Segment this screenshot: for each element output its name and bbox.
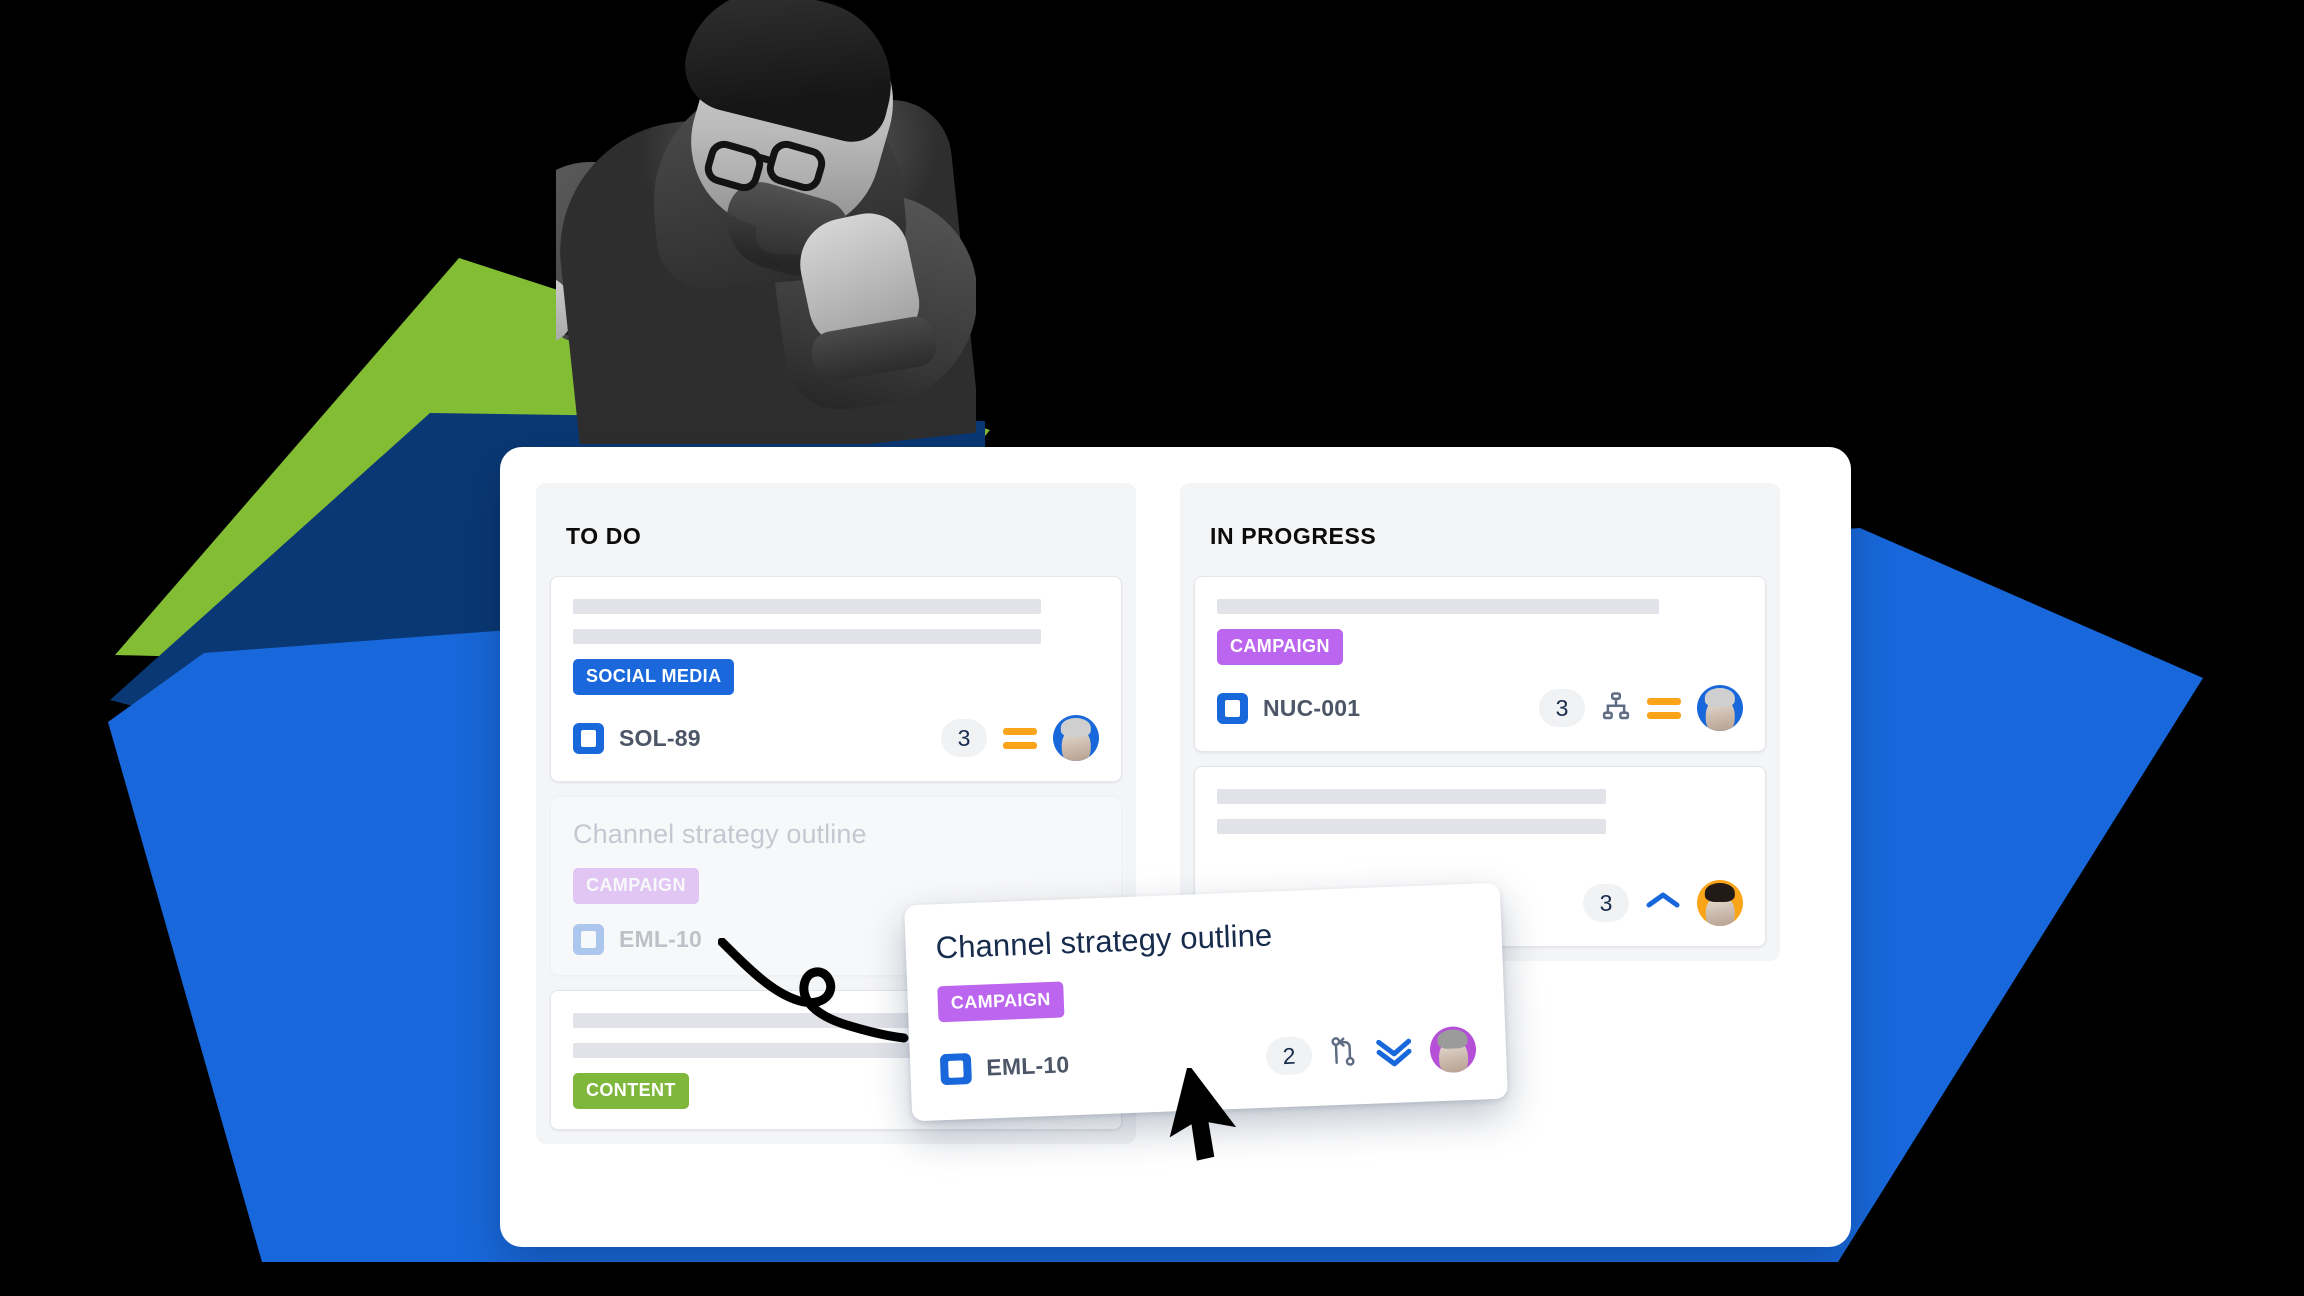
scene: man-with-glasses-thinking TO DO SOCIAL M… xyxy=(0,0,2304,1296)
label-badge[interactable]: CAMPAIGN xyxy=(937,981,1065,1023)
card-title: Channel strategy outline xyxy=(935,917,1273,966)
skeleton-line xyxy=(573,629,1042,644)
column-title: TO DO xyxy=(566,523,642,549)
story-icon xyxy=(573,924,604,955)
card-sol-89[interactable]: SOCIAL MEDIA SOL-89 3 xyxy=(550,576,1122,782)
double-chevron-down-icon xyxy=(1373,1035,1414,1069)
pull-request-icon xyxy=(1327,1035,1358,1073)
ticket-key: EML-10 xyxy=(619,926,702,952)
avatar[interactable] xyxy=(1053,715,1099,761)
person-photo: man-with-glasses-thinking xyxy=(556,0,976,444)
card-identity: SOL-89 xyxy=(573,722,701,754)
ticket-key[interactable]: SOL-89 xyxy=(619,725,701,752)
estimate-count: 3 xyxy=(941,719,987,757)
label-badge[interactable]: CONTENT xyxy=(573,1073,689,1109)
label-badge[interactable]: CAMPAIGN xyxy=(1217,629,1343,665)
avatar[interactable] xyxy=(1429,1025,1477,1074)
equals-icon xyxy=(1003,727,1037,749)
card-meta: 3 xyxy=(1539,685,1743,731)
card-meta: 3 xyxy=(941,715,1099,761)
chevron-up-icon xyxy=(1645,889,1681,918)
estimate-count: 3 xyxy=(1539,689,1585,727)
avatar[interactable] xyxy=(1697,685,1743,731)
label-badge: CAMPAIGN xyxy=(573,868,699,904)
card-footer: NUC-001 3 xyxy=(1217,685,1743,731)
skeleton-line xyxy=(1217,789,1607,804)
avatar[interactable] xyxy=(1697,880,1743,926)
skeleton-line xyxy=(573,599,1042,614)
story-icon xyxy=(939,1052,972,1085)
card-footer: SOL-89 3 xyxy=(573,715,1099,761)
equals-icon xyxy=(1647,697,1681,719)
card-identity: EML-10 xyxy=(939,1049,1070,1085)
card-identity: NUC-001 xyxy=(1217,692,1360,724)
estimate-count: 3 xyxy=(1583,884,1629,922)
card-identity: EML-10 xyxy=(573,924,702,955)
column-title: IN PROGRESS xyxy=(1210,523,1377,549)
ticket-key[interactable]: NUC-001 xyxy=(1263,695,1360,722)
card-title: Channel strategy outline xyxy=(573,819,867,849)
hierarchy-icon xyxy=(1601,691,1631,726)
skeleton-line xyxy=(1217,599,1659,614)
label-badge[interactable]: SOCIAL MEDIA xyxy=(573,659,735,695)
card-meta: 3 xyxy=(1583,880,1743,926)
skeleton-line xyxy=(1217,819,1607,834)
card-nuc-001[interactable]: CAMPAIGN NUC-001 3 xyxy=(1194,576,1766,752)
mouse-pointer-icon xyxy=(1168,1063,1254,1173)
card-meta: 2 xyxy=(1265,1025,1477,1080)
ticket-key[interactable]: EML-10 xyxy=(986,1051,1070,1081)
story-icon xyxy=(573,722,604,754)
estimate-count: 2 xyxy=(1265,1035,1313,1076)
hand-drawn-loop-arrow-icon xyxy=(717,937,928,1053)
story-icon xyxy=(1217,692,1248,724)
